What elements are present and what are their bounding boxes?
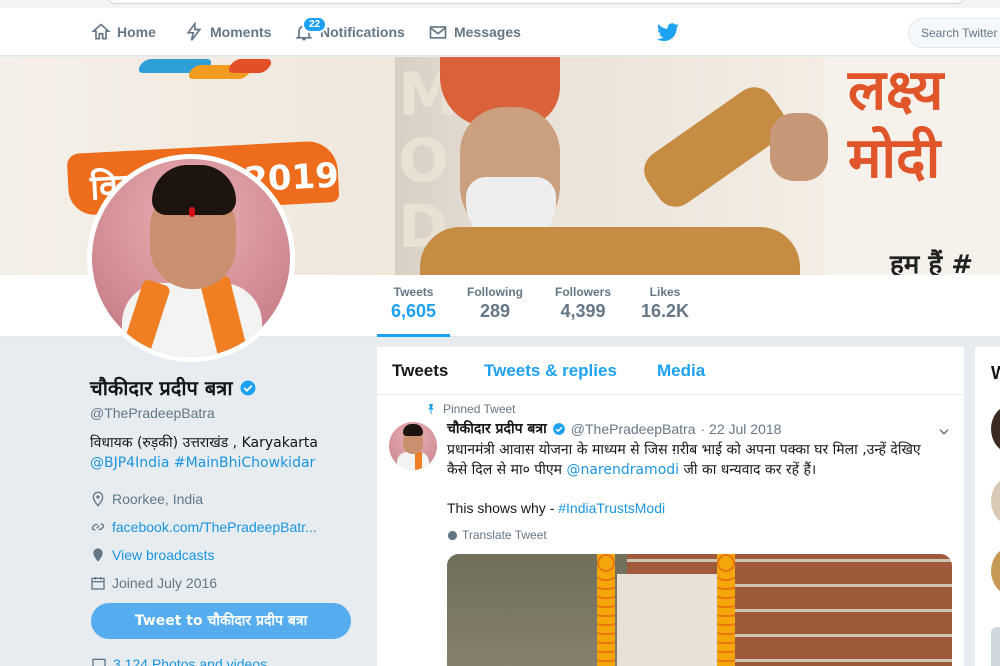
photo-icon bbox=[92, 658, 106, 666]
nav-home[interactable]: Home bbox=[91, 8, 156, 56]
stat-following[interactable]: Following 289 bbox=[467, 285, 523, 322]
lightning-icon bbox=[186, 22, 202, 41]
tweet-hashtag[interactable]: #IndiaTrustsModi bbox=[558, 500, 665, 516]
stat-followers[interactable]: Followers 4,399 bbox=[555, 285, 611, 322]
timeline: Tweets Tweets & replies Media Pinned Twe… bbox=[377, 347, 964, 666]
tab-tweets-replies[interactable]: Tweets & replies bbox=[484, 361, 617, 381]
banner-right-sub: हम हैं # bbox=[890, 250, 974, 275]
tweet-to-button[interactable]: Tweet to चौकीदार प्रदीप बत्रा bbox=[91, 603, 351, 639]
profile-broadcasts[interactable]: View broadcasts bbox=[90, 541, 360, 569]
stat-likes[interactable]: Likes 16.2K bbox=[641, 285, 689, 322]
suggested-avatar[interactable] bbox=[991, 547, 1000, 595]
profile-website[interactable]: facebook.com/ThePradeepBatr... bbox=[90, 513, 360, 541]
stat-label: Likes bbox=[649, 285, 681, 299]
who-to-follow-heading: W bbox=[991, 363, 1000, 383]
translate-tweet[interactable]: Translate Tweet bbox=[447, 528, 547, 542]
stat-value: 4,399 bbox=[560, 301, 606, 321]
nav-notifications[interactable]: Notifications 22 bbox=[294, 8, 405, 56]
periscope-icon bbox=[93, 548, 103, 562]
pinned-label: Pinned Tweet bbox=[425, 402, 516, 416]
bio-line: विधायक (रुड़की) उत्तराखंड , Karyakarta bbox=[90, 435, 318, 451]
tweet-media-image[interactable] bbox=[447, 554, 952, 666]
location-pin-icon bbox=[92, 491, 104, 507]
stat-label: Tweets bbox=[393, 285, 434, 299]
timeline-tabs: Tweets Tweets & replies Media bbox=[377, 347, 964, 395]
browser-chrome bbox=[0, 0, 1000, 8]
suggested-avatar[interactable] bbox=[991, 627, 1000, 666]
nav-home-label: Home bbox=[117, 24, 156, 40]
home-icon bbox=[91, 23, 111, 40]
envelope-icon bbox=[429, 26, 447, 39]
chevron-down-icon[interactable] bbox=[937, 425, 951, 439]
verified-icon bbox=[552, 422, 565, 435]
translate-label: Translate Tweet bbox=[462, 528, 547, 542]
stat-value: 289 bbox=[479, 301, 511, 321]
link-icon bbox=[91, 523, 105, 531]
banner-kurta bbox=[420, 227, 800, 275]
website-link[interactable]: facebook.com/ThePradeepBatr... bbox=[112, 519, 317, 535]
stat-value: 16.2K bbox=[641, 301, 690, 321]
suggested-avatar[interactable] bbox=[991, 477, 1000, 525]
avatar-image bbox=[92, 159, 290, 357]
tweet-text-line: प्रधानमंत्री आवास योजना के माध्यम से जिस… bbox=[447, 442, 921, 458]
top-navigation: Home Moments Notifications 22 Messages S… bbox=[0, 8, 1000, 56]
joined-text: Joined July 2016 bbox=[112, 575, 218, 591]
bio-links[interactable]: @BJP4India #MainBhiChowkidar bbox=[90, 453, 360, 473]
location-text: Roorkee, India bbox=[112, 491, 204, 507]
search-input[interactable]: Search Twitter bbox=[908, 18, 1000, 48]
tweet-text-line: This shows why - #IndiaTrustsModi bbox=[447, 500, 665, 516]
profile-card: चौकीदार प्रदीप बत्रा @ThePradeepBatra वि… bbox=[90, 374, 360, 597]
verified-icon bbox=[240, 380, 256, 395]
banner-right-line2: मोदी bbox=[848, 126, 941, 191]
suggested-avatar[interactable] bbox=[991, 405, 1000, 453]
stat-tweets[interactable]: Tweets 6,605 bbox=[376, 285, 451, 337]
tab-tweets[interactable]: Tweets bbox=[392, 361, 448, 381]
stat-value: 6,605 bbox=[391, 301, 437, 321]
photos-and-videos-link[interactable]: 3,124 Photos and videos bbox=[91, 656, 267, 666]
nav-moments[interactable]: Moments bbox=[184, 8, 271, 56]
tab-media[interactable]: Media bbox=[657, 361, 705, 381]
nav-messages[interactable]: Messages bbox=[428, 8, 521, 56]
globe-icon bbox=[447, 530, 458, 540]
tweet-text-line: कैसे दिल से मा० पीएम @narendramodi जी का… bbox=[447, 460, 947, 480]
tweet-date[interactable]: · 22 Jul 2018 bbox=[701, 421, 782, 437]
nav-messages-label: Messages bbox=[454, 24, 521, 40]
tweet-author-name[interactable]: चौकीदार प्रदीप बत्रा bbox=[447, 419, 547, 438]
notifications-label: Notifications bbox=[320, 24, 405, 40]
address-bar[interactable] bbox=[106, 0, 966, 4]
nav-moments-label: Moments bbox=[210, 24, 272, 40]
tweet-text-segment: कैसे दिल से मा० पीएम bbox=[447, 462, 567, 478]
profile-handle[interactable]: @ThePradeepBatra bbox=[90, 405, 360, 421]
notifications-badge: 22 bbox=[302, 16, 328, 33]
profile-name[interactable]: चौकीदार प्रदीप बत्रा bbox=[90, 374, 360, 401]
profile-meta: Roorkee, India facebook.com/ThePradeepBa… bbox=[90, 485, 360, 597]
pin-icon bbox=[428, 404, 434, 414]
stat-label: Followers bbox=[555, 285, 612, 299]
broadcasts-link[interactable]: View broadcasts bbox=[112, 547, 214, 563]
tweet-text-segment: जी का धन्यवाद कर रहें हैं। bbox=[679, 462, 817, 478]
profile-bio: विधायक (रुड़की) उत्तराखंड , Karyakarta @… bbox=[90, 433, 360, 473]
tweet-avatar[interactable] bbox=[389, 422, 437, 470]
tweet-text-segment: This shows why - bbox=[447, 500, 559, 516]
pinned-text: Pinned Tweet bbox=[443, 402, 516, 416]
tweet-text: प्रधानमंत्री आवास योजना के माध्यम से जिस… bbox=[447, 440, 947, 480]
photos-label: 3,124 Photos and videos bbox=[113, 656, 268, 666]
who-to-follow-card: W bbox=[975, 347, 1000, 666]
profile-location: Roorkee, India bbox=[90, 485, 360, 513]
calendar-icon bbox=[91, 577, 105, 590]
profile-joined: Joined July 2016 bbox=[90, 569, 360, 597]
tweet-mention[interactable]: @narendramodi bbox=[566, 462, 679, 478]
banner-fist bbox=[770, 113, 828, 181]
tweet-author-handle[interactable]: @ThePradeepBatra bbox=[571, 421, 696, 437]
banner-right-line1: लक्ष्य bbox=[848, 58, 944, 123]
stat-label: Following bbox=[467, 285, 523, 299]
profile-name-text: चौकीदार प्रदीप बत्रा bbox=[90, 376, 233, 400]
tweet-header: चौकीदार प्रदीप बत्रा @ThePradeepBatra · … bbox=[447, 419, 781, 438]
banner-right-text: लक्ष्य मोदी bbox=[848, 57, 943, 193]
profile-avatar[interactable] bbox=[87, 154, 295, 362]
twitter-bird-icon[interactable] bbox=[656, 22, 680, 44]
